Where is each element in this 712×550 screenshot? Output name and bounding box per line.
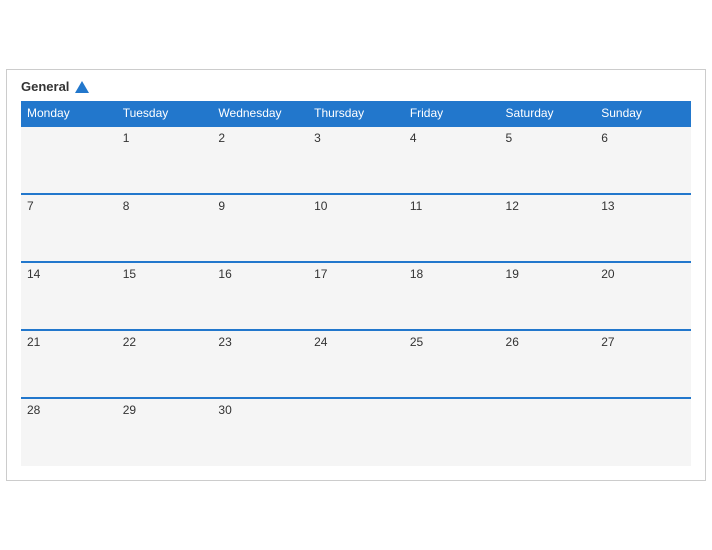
calendar-grid: MondayTuesdayWednesdayThursdayFridaySatu… <box>21 101 691 466</box>
day-number: 3 <box>314 131 321 145</box>
day-number: 10 <box>314 199 327 213</box>
day-number: 24 <box>314 335 327 349</box>
day-header-tuesday: Tuesday <box>117 101 213 126</box>
day-number: 27 <box>601 335 614 349</box>
day-cell-25: 25 <box>404 330 500 398</box>
logo-triangle-icon <box>75 81 89 93</box>
day-number: 26 <box>506 335 519 349</box>
day-cell-30: 30 <box>212 398 308 466</box>
day-cell-23: 23 <box>212 330 308 398</box>
day-cell-10: 10 <box>308 194 404 262</box>
day-cell-1: 1 <box>117 126 213 194</box>
calendar-header: General <box>21 80 691 94</box>
day-cell-18: 18 <box>404 262 500 330</box>
day-number: 28 <box>27 403 40 417</box>
day-header-friday: Friday <box>404 101 500 126</box>
day-number: 6 <box>601 131 608 145</box>
day-cell-11: 11 <box>404 194 500 262</box>
week-row-3: 14 15 16 17 18 19 20 <box>21 262 691 330</box>
logo: General <box>21 80 89 94</box>
day-number: 21 <box>27 335 40 349</box>
day-number: 20 <box>601 267 614 281</box>
day-number: 15 <box>123 267 136 281</box>
day-cell-empty <box>404 398 500 466</box>
day-number: 2 <box>218 131 225 145</box>
day-cell-7: 7 <box>21 194 117 262</box>
days-header-row: MondayTuesdayWednesdayThursdayFridaySatu… <box>21 101 691 126</box>
day-number: 22 <box>123 335 136 349</box>
day-number: 9 <box>218 199 225 213</box>
week-row-1: 1 2 3 4 5 6 <box>21 126 691 194</box>
day-header-sunday: Sunday <box>595 101 691 126</box>
day-cell-empty <box>500 398 596 466</box>
week-row-4: 21 22 23 24 25 26 27 <box>21 330 691 398</box>
day-cell-17: 17 <box>308 262 404 330</box>
day-cell-6: 6 <box>595 126 691 194</box>
day-cell-29: 29 <box>117 398 213 466</box>
day-number: 16 <box>218 267 231 281</box>
day-cell-9: 9 <box>212 194 308 262</box>
day-cell-24: 24 <box>308 330 404 398</box>
day-number: 30 <box>218 403 231 417</box>
day-cell-27: 27 <box>595 330 691 398</box>
day-header-thursday: Thursday <box>308 101 404 126</box>
day-cell-15: 15 <box>117 262 213 330</box>
day-cell-3: 3 <box>308 126 404 194</box>
day-number: 4 <box>410 131 417 145</box>
day-number: 23 <box>218 335 231 349</box>
day-number: 1 <box>123 131 130 145</box>
day-header-wednesday: Wednesday <box>212 101 308 126</box>
day-cell-empty <box>595 398 691 466</box>
day-cell-empty <box>21 126 117 194</box>
day-number: 29 <box>123 403 136 417</box>
day-number: 19 <box>506 267 519 281</box>
calendar-container: General MondayTuesdayWednesdayThursdayFr… <box>6 69 706 482</box>
day-cell-14: 14 <box>21 262 117 330</box>
week-row-5: 28 29 30 <box>21 398 691 466</box>
day-number: 14 <box>27 267 40 281</box>
day-number: 5 <box>506 131 513 145</box>
day-number: 17 <box>314 267 327 281</box>
day-cell-28: 28 <box>21 398 117 466</box>
day-cell-8: 8 <box>117 194 213 262</box>
day-cell-20: 20 <box>595 262 691 330</box>
day-number: 12 <box>506 199 519 213</box>
logo-general-text: General <box>21 80 89 94</box>
day-cell-19: 19 <box>500 262 596 330</box>
day-cell-12: 12 <box>500 194 596 262</box>
week-row-2: 7 8 9 10 11 12 13 <box>21 194 691 262</box>
day-cell-4: 4 <box>404 126 500 194</box>
day-cell-21: 21 <box>21 330 117 398</box>
day-cell-13: 13 <box>595 194 691 262</box>
day-number: 8 <box>123 199 130 213</box>
day-cell-empty <box>308 398 404 466</box>
day-cell-26: 26 <box>500 330 596 398</box>
day-number: 7 <box>27 199 34 213</box>
day-header-saturday: Saturday <box>500 101 596 126</box>
day-number: 13 <box>601 199 614 213</box>
day-cell-5: 5 <box>500 126 596 194</box>
day-number: 25 <box>410 335 423 349</box>
day-cell-16: 16 <box>212 262 308 330</box>
day-cell-2: 2 <box>212 126 308 194</box>
day-number: 11 <box>410 199 422 213</box>
day-header-monday: Monday <box>21 101 117 126</box>
day-number: 18 <box>410 267 423 281</box>
day-cell-22: 22 <box>117 330 213 398</box>
